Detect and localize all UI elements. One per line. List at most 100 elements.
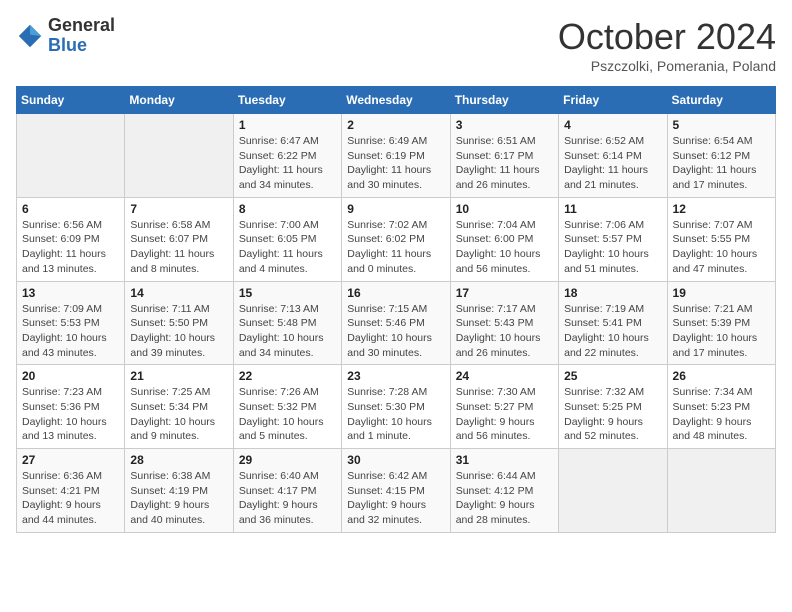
day-number: 10 — [456, 202, 553, 216]
day-info: Sunrise: 7:09 AM Sunset: 5:53 PM Dayligh… — [22, 302, 119, 361]
day-number: 2 — [347, 118, 444, 132]
day-info: Sunrise: 6:54 AM Sunset: 6:12 PM Dayligh… — [673, 134, 770, 193]
day-info: Sunrise: 7:19 AM Sunset: 5:41 PM Dayligh… — [564, 302, 661, 361]
day-number: 29 — [239, 453, 336, 467]
day-cell: 29Sunrise: 6:40 AM Sunset: 4:17 PM Dayli… — [233, 449, 341, 533]
day-number: 22 — [239, 369, 336, 383]
day-cell: 19 Sunrise: 7:21 AM Sunset: 5:39 PM Dayli… — [667, 281, 775, 365]
day-cell — [667, 449, 775, 533]
logo: General Blue — [16, 16, 115, 56]
calendar-body: 1 Sunrise: 6:47 AM Sunset: 6:22 PM Daylig… — [17, 114, 776, 533]
day-cell: 11Sunrise: 7:06 AM Sunset: 5:57 PM Dayli… — [559, 197, 667, 281]
day-cell: 31 Sunrise: 6:44 AM Sunset: 4:12 PM Dayli… — [450, 449, 558, 533]
page-header: General Blue October 2024 Pszczolki, Pom… — [16, 16, 776, 74]
day-cell: 8 Sunrise: 7:00 AM Sunset: 6:05 PM Daylig… — [233, 197, 341, 281]
day-info: Sunrise: 6:58 AM Sunset: 6:07 PM Dayligh… — [130, 218, 227, 277]
week-row: 6Sunrise: 6:56 AM Sunset: 6:09 PM Daylig… — [17, 197, 776, 281]
day-info: Sunrise: 7:34 AM Sunset: 5:23 PM Dayligh… — [673, 385, 770, 444]
day-number: 15 — [239, 286, 336, 300]
day-info: Sunrise: 7:00 AM Sunset: 6:05 PM Dayligh… — [239, 218, 336, 277]
logo-text: General Blue — [48, 16, 115, 56]
day-cell: 15 Sunrise: 7:13 AM Sunset: 5:48 PM Dayli… — [233, 281, 341, 365]
day-info: Sunrise: 7:13 AM Sunset: 5:48 PM Dayligh… — [239, 302, 336, 361]
day-number: 12 — [673, 202, 770, 216]
day-cell: 18 Sunrise: 7:19 AM Sunset: 5:41 PM Dayli… — [559, 281, 667, 365]
header-day: Monday — [125, 87, 233, 114]
day-number: 27 — [22, 453, 119, 467]
day-cell — [17, 114, 125, 198]
day-number: 8 — [239, 202, 336, 216]
week-row: 1 Sunrise: 6:47 AM Sunset: 6:22 PM Daylig… — [17, 114, 776, 198]
day-number: 19 — [673, 286, 770, 300]
day-info: Sunrise: 7:26 AM Sunset: 5:32 PM Dayligh… — [239, 385, 336, 444]
day-number: 20 — [22, 369, 119, 383]
day-info: Sunrise: 7:32 AM Sunset: 5:25 PM Dayligh… — [564, 385, 661, 444]
header-day: Wednesday — [342, 87, 450, 114]
day-cell: 22 Sunrise: 7:26 AM Sunset: 5:32 PM Dayli… — [233, 365, 341, 449]
day-info: Sunrise: 6:38 AM Sunset: 4:19 PM Dayligh… — [130, 469, 227, 528]
day-info: Sunrise: 6:56 AM Sunset: 6:09 PM Dayligh… — [22, 218, 119, 277]
location-subtitle: Pszczolki, Pomerania, Poland — [558, 58, 776, 74]
calendar-table: SundayMondayTuesdayWednesdayThursdayFrid… — [16, 86, 776, 533]
logo-general: General — [48, 16, 115, 36]
day-info: Sunrise: 7:30 AM Sunset: 5:27 PM Dayligh… — [456, 385, 553, 444]
day-cell: 24Sunrise: 7:30 AM Sunset: 5:27 PM Dayli… — [450, 365, 558, 449]
logo-icon — [16, 22, 44, 50]
day-cell: 13Sunrise: 7:09 AM Sunset: 5:53 PM Dayli… — [17, 281, 125, 365]
week-row: 13Sunrise: 7:09 AM Sunset: 5:53 PM Dayli… — [17, 281, 776, 365]
day-cell: 14 Sunrise: 7:11 AM Sunset: 5:50 PM Dayli… — [125, 281, 233, 365]
week-row: 27 Sunrise: 6:36 AM Sunset: 4:21 PM Dayli… — [17, 449, 776, 533]
day-cell: 30Sunrise: 6:42 AM Sunset: 4:15 PM Dayli… — [342, 449, 450, 533]
day-cell: 28Sunrise: 6:38 AM Sunset: 4:19 PM Dayli… — [125, 449, 233, 533]
day-info: Sunrise: 7:02 AM Sunset: 6:02 PM Dayligh… — [347, 218, 444, 277]
day-number: 11 — [564, 202, 661, 216]
header-day: Sunday — [17, 87, 125, 114]
day-cell: 26Sunrise: 7:34 AM Sunset: 5:23 PM Dayli… — [667, 365, 775, 449]
day-number: 21 — [130, 369, 227, 383]
day-info: Sunrise: 6:49 AM Sunset: 6:19 PM Dayligh… — [347, 134, 444, 193]
day-cell: 12 Sunrise: 7:07 AM Sunset: 5:55 PM Dayli… — [667, 197, 775, 281]
day-cell: 2 Sunrise: 6:49 AM Sunset: 6:19 PM Daylig… — [342, 114, 450, 198]
day-cell: 5 Sunrise: 6:54 AM Sunset: 6:12 PM Daylig… — [667, 114, 775, 198]
day-info: Sunrise: 7:15 AM Sunset: 5:46 PM Dayligh… — [347, 302, 444, 361]
month-title: October 2024 — [558, 16, 776, 58]
day-number: 25 — [564, 369, 661, 383]
day-cell: 25 Sunrise: 7:32 AM Sunset: 5:25 PM Dayli… — [559, 365, 667, 449]
day-cell: 23Sunrise: 7:28 AM Sunset: 5:30 PM Dayli… — [342, 365, 450, 449]
day-cell: 7 Sunrise: 6:58 AM Sunset: 6:07 PM Daylig… — [125, 197, 233, 281]
day-cell — [559, 449, 667, 533]
header-day: Friday — [559, 87, 667, 114]
day-number: 17 — [456, 286, 553, 300]
day-cell: 16 Sunrise: 7:15 AM Sunset: 5:46 PM Dayli… — [342, 281, 450, 365]
day-info: Sunrise: 7:07 AM Sunset: 5:55 PM Dayligh… — [673, 218, 770, 277]
day-cell: 1 Sunrise: 6:47 AM Sunset: 6:22 PM Daylig… — [233, 114, 341, 198]
day-info: Sunrise: 6:52 AM Sunset: 6:14 PM Dayligh… — [564, 134, 661, 193]
day-number: 16 — [347, 286, 444, 300]
logo-blue: Blue — [48, 36, 115, 56]
day-info: Sunrise: 6:36 AM Sunset: 4:21 PM Dayligh… — [22, 469, 119, 528]
day-number: 14 — [130, 286, 227, 300]
day-info: Sunrise: 7:11 AM Sunset: 5:50 PM Dayligh… — [130, 302, 227, 361]
calendar-header: SundayMondayTuesdayWednesdayThursdayFrid… — [17, 87, 776, 114]
day-number: 31 — [456, 453, 553, 467]
day-info: Sunrise: 7:23 AM Sunset: 5:36 PM Dayligh… — [22, 385, 119, 444]
day-number: 7 — [130, 202, 227, 216]
day-number: 4 — [564, 118, 661, 132]
day-cell: 27 Sunrise: 6:36 AM Sunset: 4:21 PM Dayli… — [17, 449, 125, 533]
day-info: Sunrise: 7:04 AM Sunset: 6:00 PM Dayligh… — [456, 218, 553, 277]
day-number: 5 — [673, 118, 770, 132]
day-info: Sunrise: 6:44 AM Sunset: 4:12 PM Dayligh… — [456, 469, 553, 528]
day-info: Sunrise: 6:42 AM Sunset: 4:15 PM Dayligh… — [347, 469, 444, 528]
day-cell: 6Sunrise: 6:56 AM Sunset: 6:09 PM Daylig… — [17, 197, 125, 281]
day-info: Sunrise: 7:21 AM Sunset: 5:39 PM Dayligh… — [673, 302, 770, 361]
day-info: Sunrise: 6:51 AM Sunset: 6:17 PM Dayligh… — [456, 134, 553, 193]
day-cell — [125, 114, 233, 198]
day-cell: 10 Sunrise: 7:04 AM Sunset: 6:00 PM Dayli… — [450, 197, 558, 281]
day-info: Sunrise: 6:47 AM Sunset: 6:22 PM Dayligh… — [239, 134, 336, 193]
day-number: 23 — [347, 369, 444, 383]
header-day: Thursday — [450, 87, 558, 114]
day-number: 18 — [564, 286, 661, 300]
week-row: 20 Sunrise: 7:23 AM Sunset: 5:36 PM Dayli… — [17, 365, 776, 449]
day-cell: 9Sunrise: 7:02 AM Sunset: 6:02 PM Daylig… — [342, 197, 450, 281]
day-number: 1 — [239, 118, 336, 132]
